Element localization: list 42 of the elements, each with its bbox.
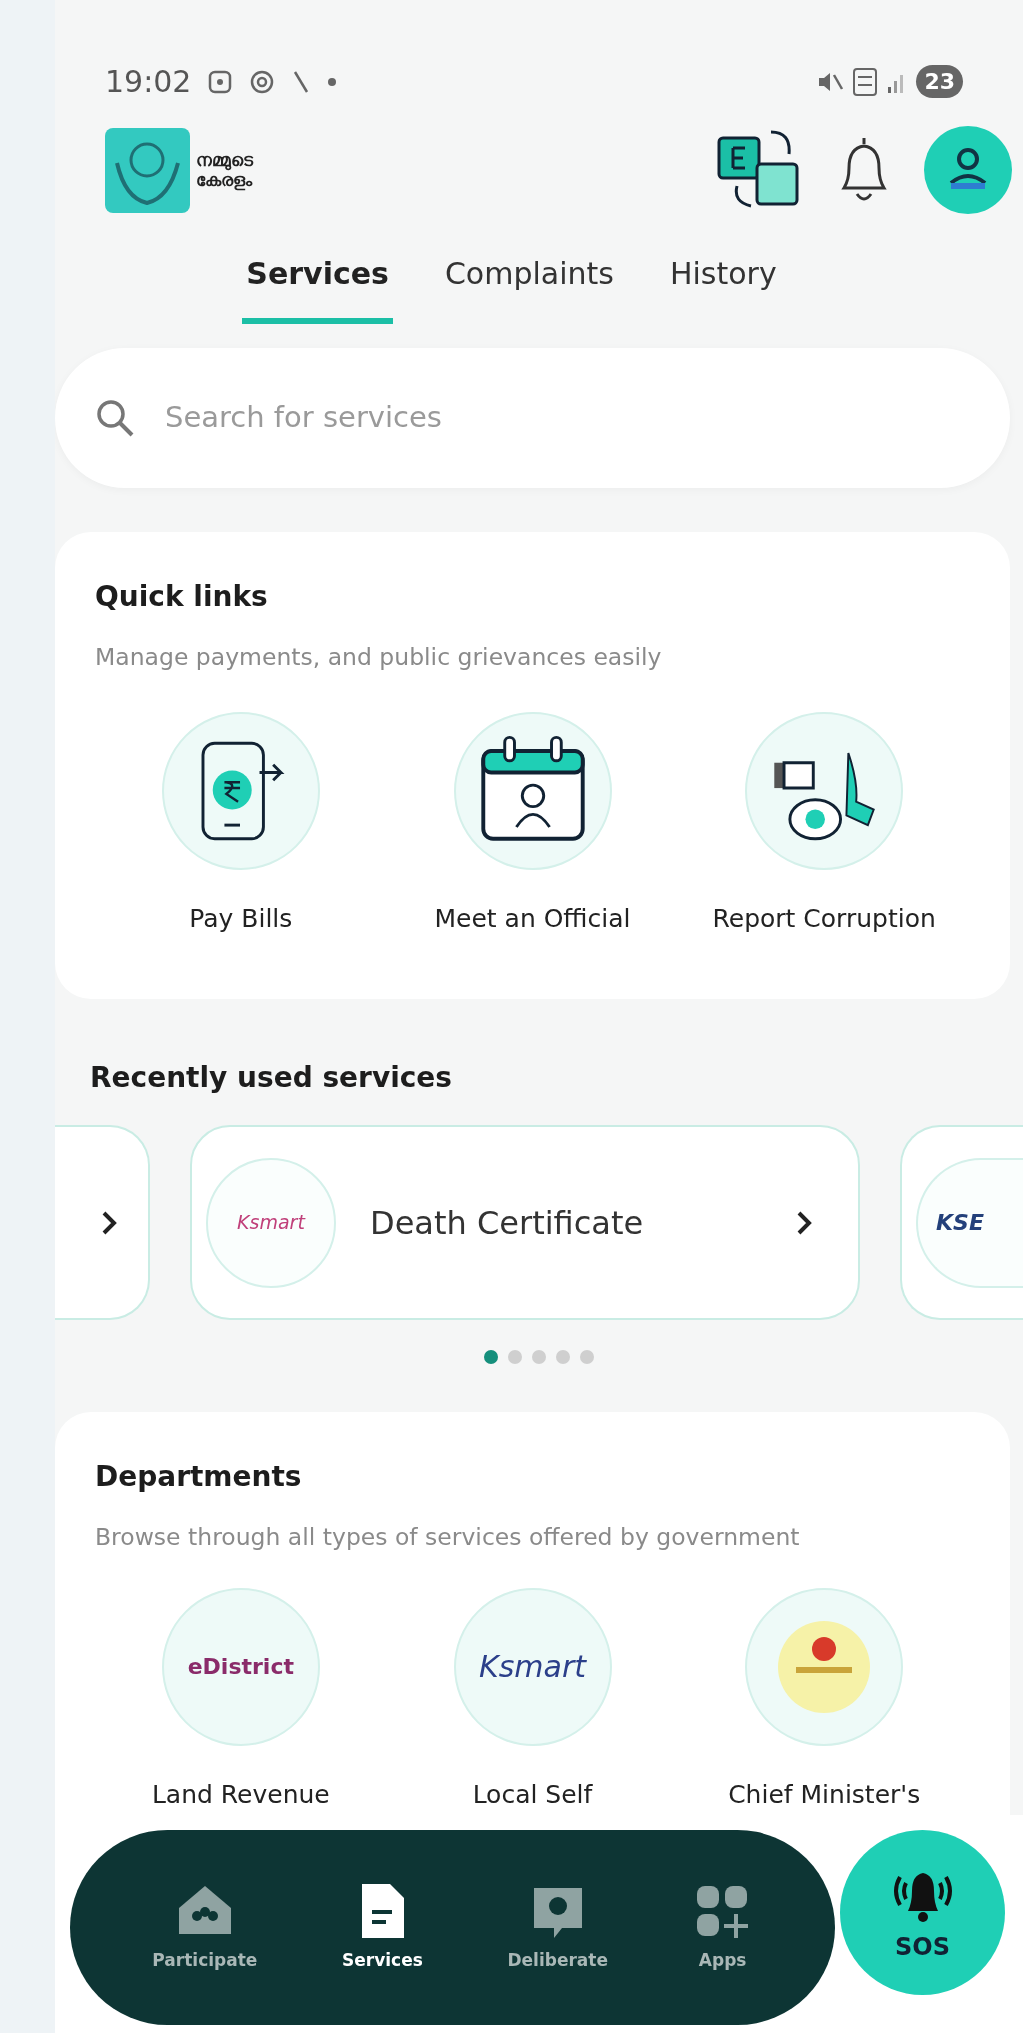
nav-tab[interactable]: Services <box>342 1881 423 1974</box>
quick-link-label[interactable]: Meet an Official <box>434 899 631 938</box>
section-title: Recently used services <box>90 1060 453 1097</box>
tab[interactable]: Complaints <box>440 243 618 324</box>
section-title: Departments <box>95 1460 303 1494</box>
screenshot-icon <box>207 68 234 95</box>
carousel-dot[interactable] <box>508 1350 522 1365</box>
emblem-icon <box>776 1618 873 1715</box>
quick-link-label[interactable]: Pay Bills <box>189 899 293 938</box>
search-field[interactable]: Search for services <box>163 395 970 441</box>
status-time: 19:02 <box>105 63 192 101</box>
department-label[interactable]: Local Self <box>472 1775 593 1814</box>
section-subtitle: Manage payments, and public grievances easily <box>95 641 663 673</box>
service-name: Death Certificate <box>370 1202 645 1244</box>
carousel-dot[interactable] <box>556 1350 570 1365</box>
logo-text: Ksmart <box>479 1648 586 1687</box>
department-label[interactable]: Chief Minister's <box>728 1775 921 1814</box>
nav-tab[interactable]: Participate <box>152 1881 258 1974</box>
nav-tab[interactable]: Deliberate <box>507 1881 608 1974</box>
logo-text: eDistrict <box>187 1653 294 1682</box>
section-title: Quick links <box>95 580 269 614</box>
department-label[interactable]: Land Revenue <box>151 1775 330 1814</box>
carousel-dot[interactable] <box>580 1350 594 1365</box>
profile-avatar-icon[interactable] <box>923 125 1013 215</box>
nav-tab[interactable]: Apps <box>692 1881 753 1974</box>
section-subtitle: Browse through all types of services offered by government <box>95 1521 801 1553</box>
search-bar[interactable]: Search for services <box>55 348 1010 488</box>
logo-text: KSE <box>936 1209 984 1238</box>
tab[interactable]: History <box>665 243 781 324</box>
logo-text: കേരളം <box>196 170 253 191</box>
search-icon[interactable] <box>95 398 135 438</box>
quick-link-label[interactable]: Report Corruption <box>712 899 936 938</box>
service-card[interactable]: Ksmart Death Certificate <box>190 1125 860 1321</box>
logo-text: Ksmart <box>237 1210 305 1236</box>
logo-text: നമ്മുടെ <box>196 149 253 170</box>
service-card[interactable]: KSE <box>900 1125 1023 1321</box>
sos-button[interactable]: SOS <box>840 1830 1005 1995</box>
carousel-dot[interactable] <box>484 1350 498 1365</box>
tab[interactable]: Services <box>242 243 393 324</box>
battery-level: 23 <box>916 65 963 98</box>
dot-icon <box>327 76 338 87</box>
carousel-dot[interactable] <box>532 1350 546 1365</box>
